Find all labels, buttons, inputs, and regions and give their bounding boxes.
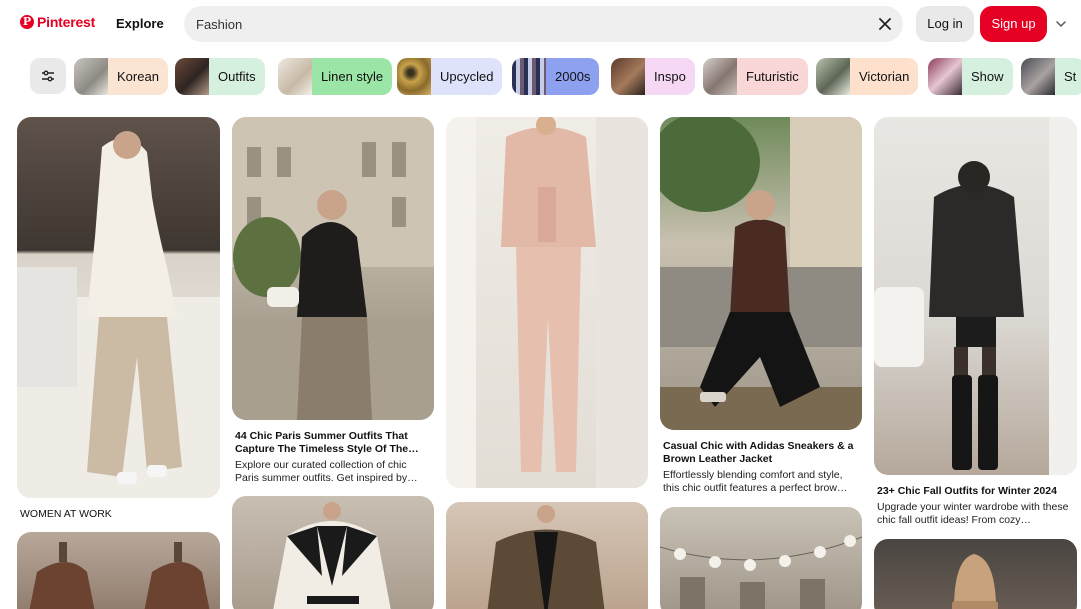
search-input[interactable] bbox=[184, 6, 844, 42]
chip-linen-style[interactable]: Linen style bbox=[278, 58, 393, 95]
chip-thumbnail bbox=[74, 58, 108, 95]
pin-image[interactable] bbox=[446, 117, 648, 488]
chip-label: Inspo bbox=[645, 58, 695, 95]
chip-thumbnail bbox=[928, 58, 962, 95]
pin-card[interactable] bbox=[660, 507, 862, 609]
chip-thumbnail bbox=[278, 58, 312, 95]
chip-label: Futuristic bbox=[737, 58, 808, 95]
pin-card[interactable] bbox=[232, 496, 434, 609]
chip-korean[interactable]: Korean bbox=[74, 58, 168, 95]
pin-image[interactable] bbox=[446, 502, 648, 609]
jacket-illustration bbox=[487, 505, 605, 609]
outfit-illustration bbox=[17, 131, 220, 498]
pin-title: 44 Chic Paris Summer Outfits That Captur… bbox=[235, 430, 409, 455]
pin-card[interactable] bbox=[446, 117, 648, 489]
chip-victorian[interactable]: Victorian bbox=[816, 58, 919, 95]
chip-label: 2000s bbox=[546, 58, 600, 95]
chip-label: Show bbox=[962, 58, 1013, 95]
chip-outfits[interactable]: Outfits bbox=[175, 58, 265, 95]
search-bar[interactable] bbox=[184, 6, 903, 42]
chip-futuristic[interactable]: Futuristic bbox=[703, 58, 808, 95]
chip-partial[interactable]: St bbox=[1021, 58, 1081, 95]
pinterest-logo[interactable]: P Pinterest bbox=[20, 14, 95, 30]
pin-image[interactable] bbox=[660, 117, 862, 430]
suit-illustration bbox=[446, 117, 648, 488]
chip-thumbnail bbox=[703, 58, 737, 95]
pin-card[interactable]: Casual Chic with Adidas Sneakers & a Bro… bbox=[660, 117, 862, 502]
pin-grid: WOMEN AT WORK 44 Chic Paris Summer Outfi… bbox=[0, 117, 1081, 609]
pin-description: Upgrade your winter wardrobe with these … bbox=[877, 501, 1069, 526]
sliders-icon bbox=[42, 70, 54, 82]
explore-link[interactable]: Explore bbox=[116, 16, 164, 31]
clear-search-icon[interactable] bbox=[875, 14, 895, 34]
chevron-down-icon[interactable] bbox=[1054, 17, 1068, 31]
chip-label: Upcycled bbox=[431, 58, 503, 95]
chip-label: Victorian bbox=[850, 58, 919, 95]
pin-image[interactable] bbox=[232, 496, 434, 609]
pin-title: Casual Chic with Adidas Sneakers & a Bro… bbox=[663, 440, 854, 465]
pin-image[interactable] bbox=[660, 507, 862, 609]
pin-card[interactable]: WOMEN AT WORK bbox=[17, 117, 220, 527]
chip-thumbnail bbox=[175, 58, 209, 95]
chip-2000s[interactable]: 2000s bbox=[512, 58, 600, 95]
logo-text: Pinterest bbox=[37, 14, 96, 30]
pin-card[interactable]: 23+ Chic Fall Outfits for Winter 2024 Up… bbox=[874, 117, 1077, 527]
chip-thumbnail bbox=[816, 58, 850, 95]
pin-image[interactable] bbox=[17, 117, 220, 498]
winter-outfit-illustration bbox=[874, 117, 1077, 475]
street-illustration bbox=[660, 117, 862, 430]
filter-chip-bar: Korean Outfits Linen style Upcycled 2000… bbox=[30, 58, 1081, 96]
pin-image[interactable] bbox=[874, 117, 1077, 475]
paris-illustration bbox=[232, 117, 434, 420]
chip-label: Korean bbox=[108, 58, 168, 95]
pin-description: Effortlessly blending comfort and style,… bbox=[663, 469, 848, 494]
pinterest-logo-icon: P bbox=[20, 15, 34, 29]
pin-caption: WOMEN AT WORK bbox=[20, 508, 112, 520]
chip-thumbnail bbox=[611, 58, 645, 95]
chip-thumbnail bbox=[512, 58, 546, 95]
pin-card[interactable] bbox=[446, 502, 648, 609]
chip-inspo[interactable]: Inspo bbox=[611, 58, 695, 95]
login-button[interactable]: Log in bbox=[916, 6, 974, 42]
lights-illustration bbox=[660, 535, 862, 609]
chip-label: St bbox=[1055, 58, 1081, 95]
pin-card[interactable]: 44 Chic Paris Summer Outfits That Captur… bbox=[232, 117, 434, 492]
top-nav: P Pinterest Explore Log in Sign up bbox=[0, 0, 1081, 48]
pin-title: 23+ Chic Fall Outfits for Winter 2024 bbox=[877, 485, 1057, 497]
chip-thumbnail bbox=[1021, 58, 1055, 95]
pin-description: Explore our curated collection of chic P… bbox=[235, 459, 418, 484]
pin-card[interactable] bbox=[874, 539, 1077, 609]
blazer-illustration bbox=[273, 502, 391, 609]
pin-image[interactable] bbox=[17, 532, 220, 609]
chip-label: Outfits bbox=[209, 58, 265, 95]
vest-illustration bbox=[29, 542, 210, 609]
chip-label: Linen style bbox=[312, 58, 393, 95]
filters-button[interactable] bbox=[30, 58, 66, 94]
signup-button[interactable]: Sign up bbox=[980, 6, 1047, 42]
chip-thumbnail bbox=[397, 58, 431, 95]
chip-upcycled[interactable]: Upcycled bbox=[397, 58, 503, 95]
pin-image[interactable] bbox=[232, 117, 434, 420]
pin-image[interactable] bbox=[874, 539, 1077, 609]
chip-show[interactable]: Show bbox=[928, 58, 1013, 95]
beanie-illustration bbox=[952, 554, 998, 609]
pin-card[interactable] bbox=[17, 532, 220, 609]
